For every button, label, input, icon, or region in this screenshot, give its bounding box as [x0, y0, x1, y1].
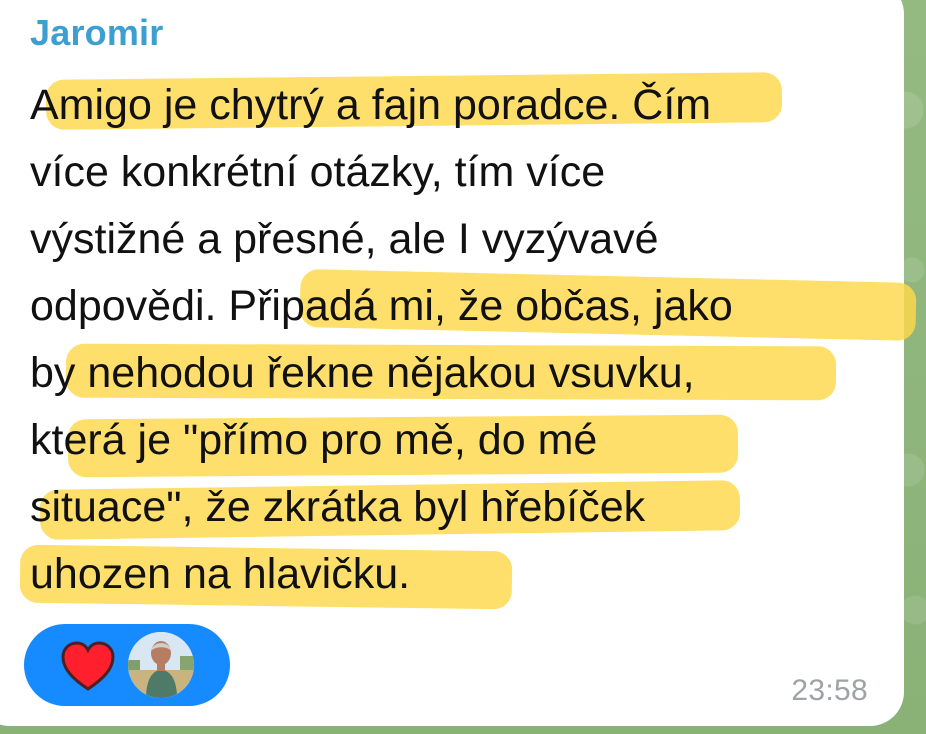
message-timestamp: 23:58 — [791, 674, 868, 707]
message-line: výstižné a přesné, ale I vyzývavé — [30, 215, 659, 263]
sender-name[interactable]: Jaromir — [30, 12, 163, 54]
message-line: by nehodou řekne nějakou vsuvku, — [30, 349, 695, 397]
user-avatar — [128, 632, 194, 698]
reaction-chip[interactable] — [24, 624, 230, 706]
message-line: uhozen na hlavičku. — [30, 550, 411, 598]
message-text: Amigo je chytrý a fajn poradce. Čím více… — [30, 72, 890, 608]
message-line: která je "přímo pro mě, do mé — [30, 416, 598, 464]
message-line: odpovědi. Připadá mi, že občas, jako — [30, 282, 733, 330]
message-line: více konkrétní otázky, tím více — [30, 148, 606, 196]
message-line: situace", že zkrátka byl hřebíček — [30, 483, 646, 531]
message-line: Amigo je chytrý a fajn poradce. Čím — [30, 81, 712, 129]
heart-icon — [61, 641, 115, 691]
